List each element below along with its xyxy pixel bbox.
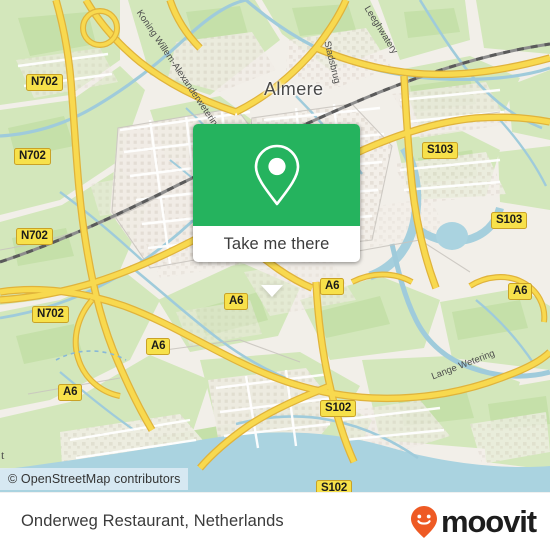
road-shield-a6-4: A6 [58,384,83,401]
road-shield-n702-2: N702 [16,228,53,245]
moovit-logo[interactable]: moovit [409,504,537,539]
osm-attribution[interactable]: © OpenStreetMap contributors [0,468,188,490]
city-label-almere: Almere [264,79,324,99]
road-shield-n702-1: N702 [14,148,51,165]
card-cta-area[interactable]: Take me there [193,226,360,262]
road-shield-s103-10: S103 [491,212,528,229]
road-shield-a6-7: A6 [320,278,345,295]
cut-off-map-label: t [1,448,5,462]
place-name-label: Onderweg Restaurant, Netherlands [21,512,284,530]
card-pointer-arrow [261,285,283,297]
road-shield-s102-11: S102 [320,400,357,417]
footer-bar: Onderweg Restaurant, Netherlands moovit [0,492,550,550]
map-pin-icon [254,144,299,206]
moovit-map-screenshot: Almere Koning Willem-Alexanderwetering Le… [0,0,550,550]
road-shield-a6-8: A6 [508,283,533,300]
road-shield-a6-5: A6 [146,338,171,355]
location-callout-card[interactable]: Take me there [193,124,360,297]
road-shield-n702-3: N702 [32,306,69,323]
card-icon-area [193,124,360,226]
moovit-pin-smiley-icon [410,505,437,538]
take-me-there-label: Take me there [223,234,330,253]
map-canvas[interactable]: Almere Koning Willem-Alexanderwetering Le… [0,0,550,492]
road-shield-n702-0: N702 [26,74,63,91]
moovit-wordmark: moovit [440,504,537,539]
road-shield-s103-9: S103 [422,142,459,159]
road-shield-s102-12: S102 [316,480,353,492]
road-shield-a6-6: A6 [224,293,249,310]
